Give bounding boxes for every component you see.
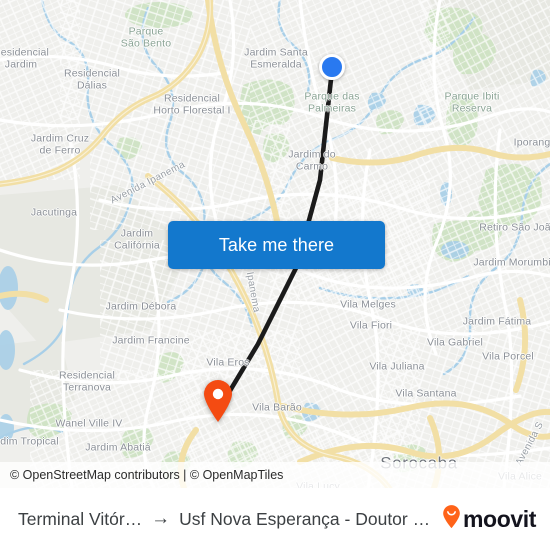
take-me-there-button[interactable]: Take me there bbox=[168, 221, 385, 269]
arrow-right-icon: → bbox=[151, 508, 171, 529]
attribution-text: © OpenStreetMap contributors | © OpenMap… bbox=[10, 468, 284, 482]
map-attribution: © OpenStreetMap contributors | © OpenMap… bbox=[0, 462, 550, 488]
origin-marker[interactable] bbox=[319, 54, 345, 80]
trip-summary[interactable]: Terminal Vitór… → Usf Nova Esperança - D… bbox=[18, 508, 442, 530]
map-canvas[interactable]: Parque São BentoJardim Santa EsmeraldaRe… bbox=[0, 0, 550, 488]
destination-marker[interactable] bbox=[202, 379, 234, 423]
trip-destination-label: Usf Nova Esperança - Doutor Nels… bbox=[179, 508, 442, 529]
moovit-wordmark: moovit bbox=[463, 505, 536, 532]
moovit-pin-icon bbox=[442, 504, 461, 534]
trip-bottom-bar: Terminal Vitór… → Usf Nova Esperança - D… bbox=[0, 488, 550, 550]
moovit-logo[interactable]: moovit bbox=[442, 504, 536, 534]
trip-origin-label: Terminal Vitór… bbox=[18, 508, 143, 529]
moovit-map-screen: Parque São BentoJardim Santa EsmeraldaRe… bbox=[0, 0, 550, 550]
